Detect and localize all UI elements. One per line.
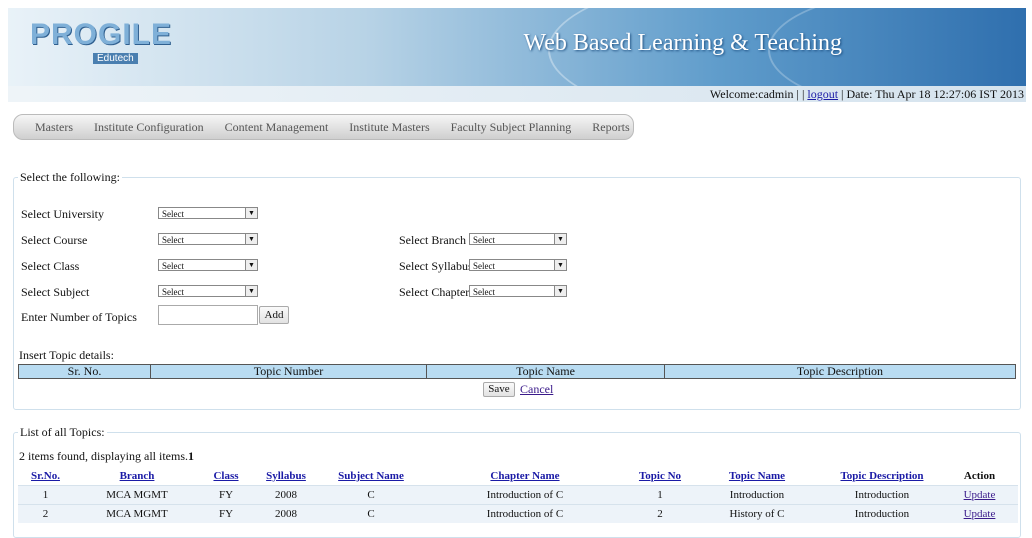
column-header-class[interactable]: Class (201, 467, 251, 486)
cell-action: Update (941, 485, 1018, 505)
cell-topic-no: 2 (629, 504, 691, 523)
logo: PROGILE (30, 18, 173, 51)
column-header-chapter-name[interactable]: Chapter Name (421, 467, 629, 486)
add-button[interactable]: Add (259, 306, 289, 324)
cell-subject-name: C (321, 485, 421, 505)
university-label: Select University (21, 207, 104, 221)
class-select-value: Select (162, 261, 184, 271)
column-header-topic-description[interactable]: Topic Description (823, 467, 941, 486)
items-summary: 2 items found, displaying all items.1 (19, 449, 194, 464)
course-label: Select Course (21, 233, 88, 247)
column-header-sr-no[interactable]: Sr.No. (18, 467, 73, 486)
welcome-text: Welcome:cadmin | | logout | Date: Thu Ap… (710, 86, 1024, 102)
syllabus-label: Select Syllabus (399, 259, 473, 273)
column-header-topic-name[interactable]: Topic Name (691, 467, 823, 486)
menu-item-masters[interactable]: Masters (35, 120, 73, 135)
column-topic-description: Topic Description (796, 364, 884, 378)
column-sr-no: Sr. No. (19, 365, 151, 378)
table-row: 1 MCA MGMT FY 2008 C Introduction of C 1… (18, 485, 1018, 505)
column-header-syllabus[interactable]: Syllabus (251, 467, 321, 486)
column-header-subject-name[interactable]: Subject Name (321, 467, 421, 486)
cell-topic-no: 1 (629, 485, 691, 505)
cell-class: FY (201, 504, 251, 523)
logo-subtitle: Edutech (93, 53, 138, 64)
cell-syllabus: 2008 (251, 485, 321, 505)
current-date: | Date: Thu Apr 18 12:27:06 IST 2013 (841, 87, 1024, 101)
column-header-topic-no[interactable]: Topic No (629, 467, 691, 486)
menu-item-content-management[interactable]: Content Management (225, 120, 329, 135)
cancel-link[interactable]: Cancel (520, 382, 553, 397)
topics-count-label: Enter Number of Topics (21, 310, 137, 324)
class-select[interactable]: Select ▼ (158, 259, 258, 271)
chevron-down-icon: ▼ (245, 286, 257, 296)
main-menu: Masters Institute Configuration Content … (13, 114, 634, 140)
column-topic-name: Topic Name (427, 365, 665, 378)
topic-details-header: Sr. No. Topic Number Topic Name Topic De… (18, 364, 1016, 379)
course-select-value: Select (162, 235, 184, 245)
selection-legend: Select the following: (18, 170, 122, 185)
items-summary-text: 2 items found, displaying all items. (19, 449, 188, 463)
chevron-down-icon: ▼ (245, 208, 257, 218)
chapter-select[interactable]: Select ▼ (469, 285, 567, 297)
cell-branch: MCA MGMT (73, 485, 201, 505)
table-row: 2 MCA MGMT FY 2008 C Introduction of C 2… (18, 504, 1018, 523)
branch-label: Select Branch (399, 233, 466, 247)
menu-item-institute-configuration[interactable]: Institute Configuration (94, 120, 204, 135)
cell-topic-name: History of C (691, 504, 823, 523)
table-header-row: Sr.No. Branch Class Syllabus Subject Nam… (18, 467, 1018, 486)
cell-topic-name: Introduction (691, 485, 823, 505)
cell-chapter-name: Introduction of C (421, 485, 629, 505)
chevron-down-icon: ▼ (245, 260, 257, 270)
cell-class: FY (201, 485, 251, 505)
university-select-value: Select (162, 209, 184, 219)
save-button[interactable]: Save (483, 382, 515, 397)
university-select[interactable]: Select ▼ (158, 207, 258, 219)
branch-select[interactable]: Select ▼ (469, 233, 567, 245)
logout-link[interactable]: logout (807, 87, 838, 101)
cell-action: Update (941, 504, 1018, 523)
cell-chapter-name: Introduction of C (421, 504, 629, 523)
chevron-down-icon: ▼ (245, 234, 257, 244)
update-link[interactable]: Update (964, 508, 996, 520)
syllabus-select-value: Select (473, 261, 495, 271)
syllabus-select[interactable]: Select ▼ (469, 259, 567, 271)
topics-list-legend: List of all Topics: (18, 425, 107, 440)
cell-topic-description: Introduction (823, 485, 941, 505)
welcome-user: Welcome:cadmin | | (709, 87, 805, 101)
cell-syllabus: 2008 (251, 504, 321, 523)
column-topic-number: Topic Number (151, 365, 427, 378)
chevron-down-icon: ▼ (554, 234, 566, 244)
class-label: Select Class (21, 259, 80, 273)
column-header-action: Action (963, 470, 996, 482)
update-link[interactable]: Update (964, 489, 996, 501)
cell-sr-no: 2 (18, 504, 73, 523)
cell-topic-description: Introduction (823, 504, 941, 523)
insert-topic-label: Insert Topic details: (19, 348, 114, 362)
topics-table: Sr.No. Branch Class Syllabus Subject Nam… (18, 467, 1018, 523)
cell-sr-no: 1 (18, 485, 73, 505)
subject-select-value: Select (162, 287, 184, 297)
course-select[interactable]: Select ▼ (158, 233, 258, 245)
page-number[interactable]: 1 (188, 449, 194, 463)
subject-label: Select Subject (21, 285, 90, 299)
subject-select[interactable]: Select ▼ (158, 285, 258, 297)
chevron-down-icon: ▼ (554, 286, 566, 296)
branch-select-value: Select (473, 235, 495, 245)
topics-count-input[interactable] (158, 305, 258, 325)
site-title: Web Based Learning & Teaching (523, 30, 842, 56)
chevron-down-icon: ▼ (554, 260, 566, 270)
menu-item-reports[interactable]: Reports (592, 120, 629, 135)
cell-subject-name: C (321, 504, 421, 523)
cell-branch: MCA MGMT (73, 504, 201, 523)
menu-item-faculty-subject-planning[interactable]: Faculty Subject Planning (451, 120, 572, 135)
column-header-branch[interactable]: Branch (73, 467, 201, 486)
chapter-select-value: Select (473, 287, 495, 297)
menu-item-institute-masters[interactable]: Institute Masters (349, 120, 429, 135)
chapter-label: Select Chapter (399, 285, 470, 299)
